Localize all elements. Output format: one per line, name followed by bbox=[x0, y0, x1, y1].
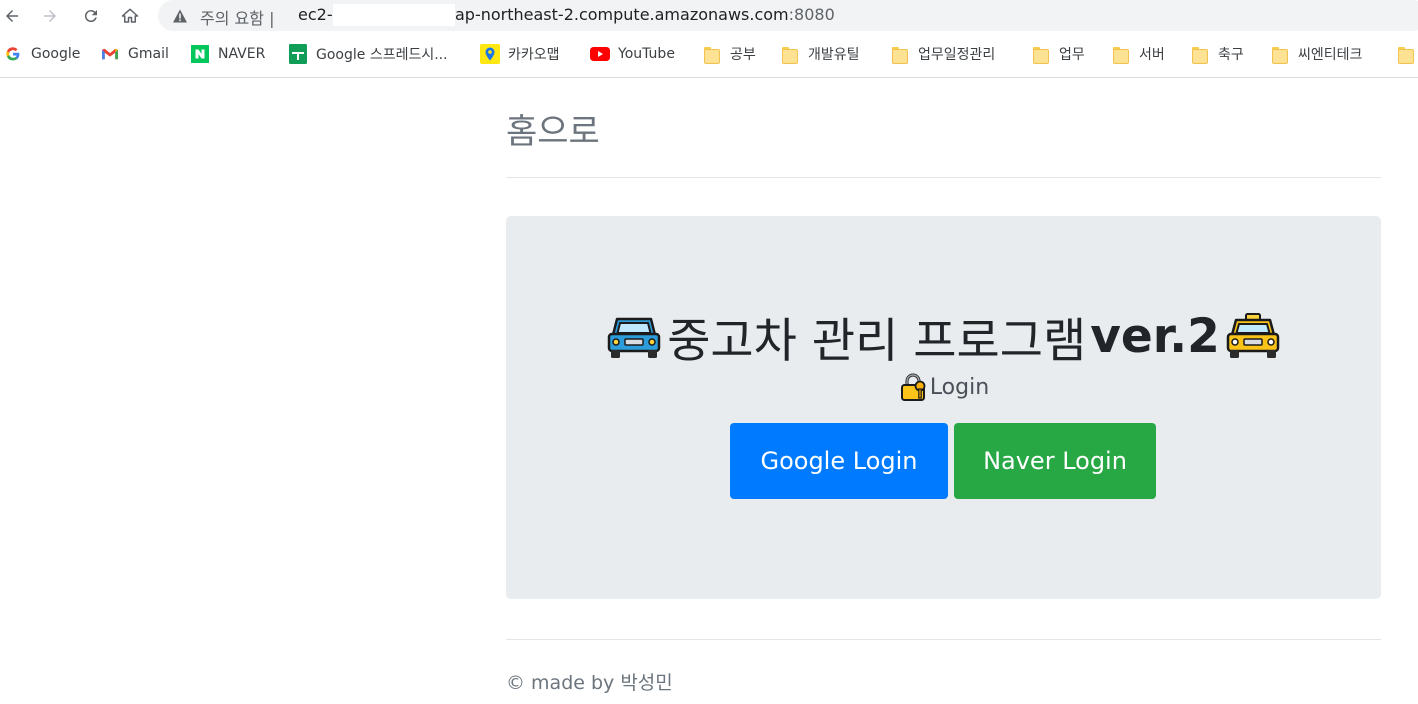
back-button[interactable] bbox=[0, 4, 24, 28]
folder-icon bbox=[1111, 44, 1131, 64]
folder-icon bbox=[890, 44, 910, 64]
gmail-icon bbox=[100, 44, 120, 64]
jumbotron: 중고차 관리 프로그램 ver.2 Login Google Login Nav… bbox=[506, 216, 1381, 599]
forward-arrow-icon bbox=[44, 10, 56, 22]
folder-icon bbox=[1270, 44, 1290, 64]
bookmark-folder-study[interactable]: 공부 bbox=[702, 42, 756, 66]
url-host-prefix: ec2- bbox=[298, 5, 333, 24]
main-heading: 중고차 관리 프로그램 ver.2 bbox=[506, 302, 1381, 371]
oncoming-car-icon bbox=[607, 317, 661, 358]
folder-icon bbox=[1396, 44, 1416, 64]
kakaomap-icon bbox=[480, 44, 500, 64]
folder-icon bbox=[780, 44, 800, 64]
lock-with-key-icon bbox=[900, 373, 926, 401]
home-button[interactable] bbox=[118, 4, 142, 28]
toolbar-divider bbox=[0, 77, 1418, 78]
bookmark-folder-server[interactable]: 서버 bbox=[1111, 42, 1165, 66]
bookmark-folder-cntt[interactable]: 씨엔티테크 bbox=[1270, 42, 1362, 66]
home-link[interactable]: 홈으로 bbox=[506, 104, 600, 153]
url-host-suffix: ap-northeast-2.compute.amazonaws.com:808… bbox=[455, 5, 835, 24]
folder-icon bbox=[1190, 44, 1210, 64]
bookmark-youtube[interactable]: YouTube bbox=[590, 42, 675, 66]
reload-icon bbox=[84, 10, 97, 23]
home-icon bbox=[121, 8, 139, 23]
folder-icon bbox=[1031, 44, 1051, 64]
reload-button[interactable] bbox=[79, 4, 103, 28]
sheets-icon bbox=[288, 44, 308, 64]
address-bar[interactable]: 주의 요함 | ec2- ap-northeast-2.compute.amaz… bbox=[158, 0, 1418, 31]
back-arrow-icon bbox=[6, 10, 18, 22]
youtube-icon bbox=[590, 44, 610, 64]
security-warning-text: 주의 요함 | bbox=[200, 9, 275, 28]
footer-credit: © made by 박성민 bbox=[506, 672, 673, 694]
bookmark-gmail[interactable]: Gmail bbox=[100, 42, 169, 66]
bookmark-naver[interactable]: NAVER bbox=[190, 42, 265, 66]
title-text: 중고차 관리 프로그램 bbox=[667, 314, 1087, 369]
warning-icon bbox=[173, 9, 187, 23]
google-login-button[interactable]: Google Login bbox=[730, 423, 948, 499]
forward-button[interactable] bbox=[38, 4, 62, 28]
google-icon bbox=[3, 44, 23, 64]
naver-icon bbox=[190, 44, 210, 64]
bookmarks-bar: Google Gmail NAVER Google 스프레드시... 카카오맵 bbox=[0, 37, 1418, 71]
browser-toolbar: 주의 요함 | ec2- ap-northeast-2.compute.amaz… bbox=[0, 0, 1418, 32]
folder-icon bbox=[702, 44, 722, 64]
login-label: Login bbox=[929, 374, 990, 400]
bookmark-folder-devutils[interactable]: 개발유틸 bbox=[780, 42, 860, 66]
bookmark-folder-work[interactable]: 업무 bbox=[1031, 42, 1085, 66]
bookmark-google[interactable]: Google bbox=[3, 42, 80, 66]
login-caption: Login bbox=[506, 372, 1381, 402]
bookmark-folder-overflow[interactable] bbox=[1396, 42, 1416, 66]
bookmark-kakaomap[interactable]: 카카오맵 bbox=[480, 42, 560, 66]
oncoming-taxi-icon bbox=[1226, 312, 1280, 358]
bookmark-google-sheets[interactable]: Google 스프레드시... bbox=[288, 42, 448, 66]
naver-login-button[interactable]: Naver Login bbox=[954, 423, 1156, 499]
title-version: ver.2 bbox=[1090, 309, 1220, 364]
divider bbox=[506, 177, 1381, 178]
bookmark-folder-soccer[interactable]: 축구 bbox=[1190, 42, 1244, 66]
bookmark-folder-work-schedule[interactable]: 업무일정관리 bbox=[890, 42, 995, 66]
redacted-region bbox=[333, 4, 455, 26]
footer-divider bbox=[506, 639, 1381, 640]
